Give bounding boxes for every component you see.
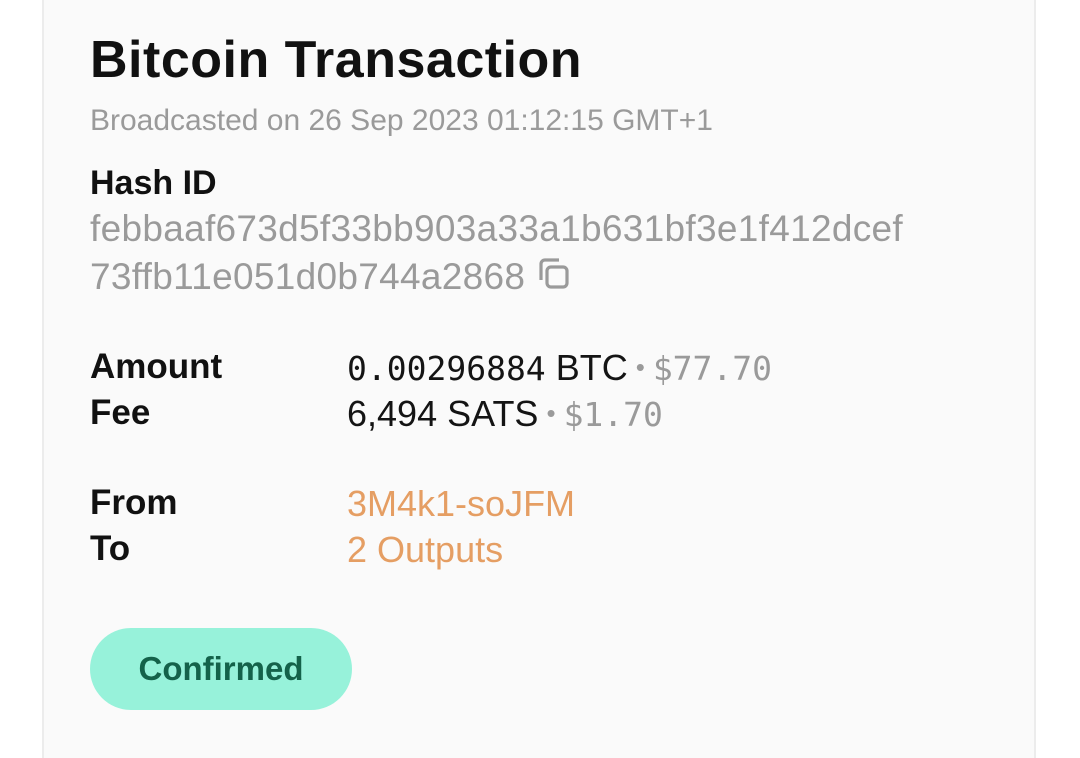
- amount-separator: •: [635, 352, 645, 382]
- fee-sats-value: 6,494 SATS: [347, 393, 539, 434]
- hash-id-value-line-1: febbaaf673d5f33bb903a33a1b631bf3e1f412dc…: [90, 208, 903, 249]
- to-outputs-link[interactable]: 2 Outputs: [347, 529, 503, 571]
- fee-label: Fee: [90, 393, 151, 432]
- fee-separator: •: [546, 398, 556, 428]
- amount-btc-value: 0.00296884: [347, 349, 546, 388]
- page-title: Bitcoin Transaction: [90, 31, 583, 89]
- hash-id-label: Hash ID: [90, 164, 217, 202]
- amount-value: 0.00296884 BTC • $77.70: [347, 347, 772, 389]
- fee-value: 6,494 SATS • $1.70: [347, 393, 663, 435]
- fee-fiat-value: $1.70: [563, 395, 663, 434]
- amount-label: Amount: [90, 347, 223, 386]
- hash-id-value-line-2: 73ffb11e051d0b744a2868: [90, 256, 575, 299]
- copy-icon[interactable]: [535, 255, 575, 295]
- status-badge: Confirmed: [90, 628, 352, 710]
- broadcast-timestamp: Broadcasted on 26 Sep 2023 01:12:15 GMT+…: [90, 104, 713, 137]
- from-label: From: [90, 483, 178, 522]
- from-address-link[interactable]: 3M4k1-soJFM: [347, 483, 575, 525]
- to-label: To: [90, 529, 131, 568]
- transaction-card: Bitcoin Transaction Broadcasted on 26 Se…: [42, 0, 1036, 758]
- hash-id-value-line-2-text: 73ffb11e051d0b744a2868: [90, 256, 526, 297]
- amount-btc-unit: BTC: [545, 347, 628, 388]
- amount-fiat-value: $77.70: [652, 349, 773, 388]
